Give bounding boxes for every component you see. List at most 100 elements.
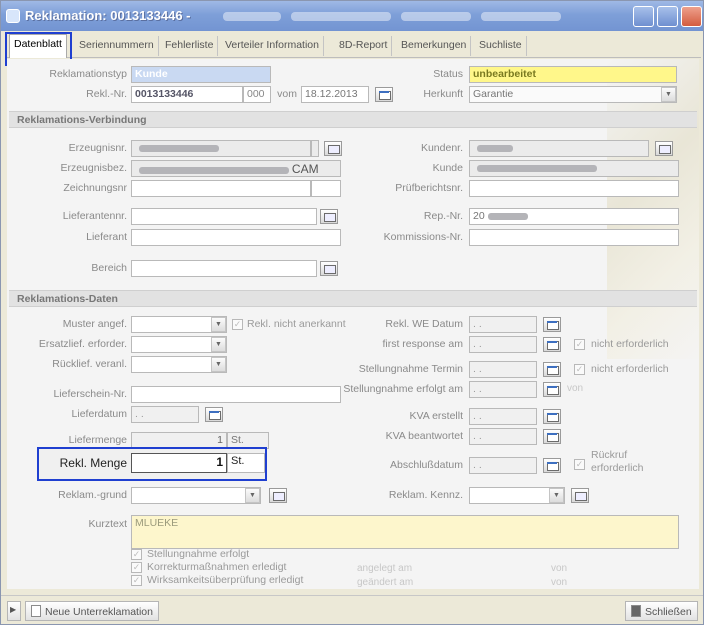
kundennr-label: Kundenr. — [420, 142, 463, 154]
kva-beantwortet-calendar-icon[interactable] — [543, 429, 561, 444]
rekl-nicht-anerkannt-checkbox[interactable]: ✓ — [232, 319, 243, 330]
ruecklief-dropdown-icon[interactable]: ▼ — [211, 357, 226, 372]
angelegt-von-label: von — [551, 563, 568, 574]
kva-erstellt-calendar-icon[interactable] — [543, 409, 561, 424]
stellungnahme-erfolgt-checkbox[interactable]: ✓ — [131, 549, 142, 560]
rekl-nicht-anerkannt-label: Rekl. nicht anerkannt — [247, 318, 346, 330]
herkunft-dropdown-icon[interactable]: ▼ — [661, 87, 676, 102]
vom-date-field[interactable]: 18.12.2013 — [301, 86, 369, 103]
first-response-calendar-icon[interactable] — [543, 337, 561, 352]
ersatzlief-dropdown-icon[interactable]: ▼ — [211, 337, 226, 352]
korrekturmassnahmen-checkbox[interactable]: ✓ — [131, 562, 142, 573]
kva-erstellt-field[interactable]: . . — [469, 408, 537, 425]
wirksamkeit-label: Wirksamkeitsüberprüfung erledigt — [147, 574, 304, 586]
abschlussdatum-calendar-icon[interactable] — [543, 458, 561, 473]
lieferschein-label: Lieferschein-Nr. — [53, 388, 127, 400]
status-field: unbearbeitet — [469, 66, 677, 83]
wirksamkeit-checkbox[interactable]: ✓ — [131, 575, 142, 586]
stellungnahme-termin-calendar-icon[interactable] — [543, 362, 561, 377]
rekl-menge-field[interactable]: 1 — [131, 453, 227, 473]
schliessen-button[interactable]: Schließen — [625, 601, 698, 621]
minimize-button[interactable] — [633, 6, 654, 27]
bereich-lookup-icon[interactable] — [320, 261, 338, 276]
rueckruf-checkbox[interactable]: ✓ — [574, 459, 585, 470]
lieferantennr-label: Lieferantennr. — [62, 210, 127, 222]
abschlussdatum-field[interactable]: . . — [469, 457, 537, 474]
reklamgrund-lookup-icon[interactable] — [269, 488, 287, 503]
bereich-label: Bereich — [91, 262, 127, 274]
stellungnahme-erfolgt-label: Stellungnahme erfolgt — [147, 548, 250, 560]
tab-bar: Datenblatt Seriennummern Fehlerliste Ver… — [5, 34, 701, 58]
window-title: Reklamation: 0013133446 - — [25, 8, 191, 23]
reklam-kennz-lookup-icon[interactable] — [571, 488, 589, 503]
section-reklamations-daten: Reklamations-Daten — [9, 290, 697, 307]
kurztext-field[interactable]: MLUEKE — [131, 515, 679, 549]
nicht-erforderlich-1-checkbox[interactable]: ✓ — [574, 339, 585, 350]
tab-verteiler-information[interactable]: Verteiler Information — [221, 36, 324, 56]
tab-fehlerliste[interactable]: Fehlerliste — [161, 36, 219, 56]
erzeugnisnr-lookup-icon[interactable] — [324, 141, 342, 156]
zeichnungsnr-field[interactable] — [131, 180, 311, 197]
stellungnahme-erfolgt-am-field[interactable]: . . — [469, 381, 537, 398]
reklnr-suffix-field[interactable]: 000 — [243, 86, 271, 103]
tab-8d-report[interactable]: 8D-Report — [335, 36, 393, 56]
abschlussdatum-label: Abschlußdatum — [390, 459, 463, 471]
reklnr-label: Rekl.-Nr. — [86, 88, 127, 100]
redacted-value — [477, 164, 597, 172]
tab-bemerkungen[interactable]: Bemerkungen — [397, 36, 472, 56]
lieferdatum-field[interactable]: . . — [131, 406, 199, 423]
close-window-button[interactable] — [681, 6, 702, 27]
lieferschein-field[interactable] — [131, 386, 341, 403]
neue-unterreklamation-label: Neue Unterreklamation — [45, 606, 153, 618]
status-label: Status — [433, 68, 463, 80]
kundennr-field[interactable] — [469, 140, 649, 157]
von-label: von — [567, 383, 584, 394]
maximize-button[interactable] — [657, 6, 678, 27]
reklamgrund-dropdown-icon[interactable]: ▼ — [245, 488, 260, 503]
muster-dropdown-icon[interactable]: ▼ — [211, 317, 226, 332]
kommissionsnr-label: Kommissions-Nr. — [383, 231, 463, 243]
nicht-erforderlich-2-label: nicht erforderlich — [591, 363, 669, 375]
pruefberichtsnr-label: Prüfberichtsnr. — [395, 182, 463, 194]
new-document-icon — [31, 605, 41, 617]
lieferantennr-lookup-icon[interactable] — [320, 209, 338, 224]
herkunft-label: Herkunft — [423, 88, 463, 100]
vom-label: vom — [277, 88, 297, 100]
stellungnahme-termin-field[interactable]: . . — [469, 361, 537, 378]
erzeugnisnr-field[interactable] — [131, 140, 311, 157]
reklamationstyp-field[interactable]: Kunde — [131, 66, 271, 83]
lieferant-label: Lieferant — [86, 231, 127, 243]
erzeugnisnr-extra-field[interactable] — [311, 140, 319, 157]
reklamgrund-label: Reklam.-grund — [58, 489, 127, 501]
lieferantennr-field[interactable] — [131, 208, 317, 225]
rekl-we-datum-field[interactable]: . . — [469, 316, 537, 333]
tab-suchliste[interactable]: Suchliste — [475, 36, 527, 56]
title-bar[interactable]: Reklamation: 0013133446 - — [1, 1, 703, 31]
rekl-we-datum-calendar-icon[interactable] — [543, 317, 561, 332]
nav-arrow-button[interactable]: ▶ — [7, 601, 21, 621]
pruefberichtsnr-field[interactable] — [469, 180, 679, 197]
erzeugnisbez-field[interactable]: CAM — [131, 160, 341, 177]
lieferdatum-label: Lieferdatum — [71, 408, 127, 420]
lieferdatum-calendar-icon[interactable] — [205, 407, 223, 422]
tab-datenblatt[interactable]: Datenblatt — [9, 34, 67, 58]
bereich-field[interactable] — [131, 260, 317, 277]
reklamgrund-select[interactable] — [131, 487, 261, 504]
zeichnungsnr-extra-field[interactable] — [311, 180, 341, 197]
nicht-erforderlich-2-checkbox[interactable]: ✓ — [574, 364, 585, 375]
kva-beantwortet-field[interactable]: . . — [469, 428, 537, 445]
stellungnahme-erfolgt-am-calendar-icon[interactable] — [543, 382, 561, 397]
herkunft-select[interactable]: Garantie — [469, 86, 677, 103]
kundennr-lookup-icon[interactable] — [655, 141, 673, 156]
first-response-label: first response am — [382, 338, 463, 350]
kunde-field[interactable] — [469, 160, 679, 177]
tab-seriennummern[interactable]: Seriennummern — [75, 36, 159, 56]
nicht-erforderlich-1-label: nicht erforderlich — [591, 338, 669, 350]
reklnr-field[interactable]: 0013133446 — [131, 86, 243, 103]
repnr-field[interactable]: 20 — [469, 208, 679, 225]
reklam-kennz-dropdown-icon[interactable]: ▼ — [549, 488, 564, 503]
neue-unterreklamation-button[interactable]: Neue Unterreklamation — [25, 601, 159, 621]
lieferant-field[interactable] — [131, 229, 341, 246]
first-response-field[interactable]: . . — [469, 336, 537, 353]
kommissionsnr-field[interactable] — [469, 229, 679, 246]
